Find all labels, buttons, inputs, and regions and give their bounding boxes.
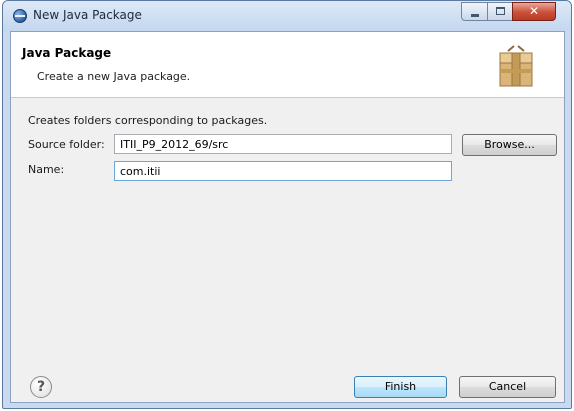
window-title: New Java Package: [33, 8, 142, 22]
browse-button[interactable]: Browse...: [462, 134, 557, 156]
close-icon: ✕: [528, 4, 540, 18]
source-folder-label: Source folder:: [28, 138, 105, 151]
dialog-content: Java Package Create a new Java package. …: [10, 31, 565, 403]
finish-button[interactable]: Finish: [354, 376, 447, 398]
name-input[interactable]: [114, 161, 452, 181]
package-icon: [499, 45, 533, 87]
minimize-icon: [471, 14, 479, 17]
wizard-title: Java Package: [22, 46, 112, 60]
dialog-window: New Java Package ✕ Java Package Create a…: [2, 0, 572, 409]
eclipse-icon: [13, 9, 27, 23]
maximize-button[interactable]: [487, 2, 513, 21]
minimize-button[interactable]: [461, 2, 488, 21]
name-label: Name:: [28, 163, 65, 176]
help-icon[interactable]: ?: [30, 376, 52, 398]
wizard-header: Java Package Create a new Java package.: [11, 32, 564, 98]
title-bar[interactable]: New Java Package ✕: [3, 1, 571, 31]
cancel-button[interactable]: Cancel: [459, 376, 556, 398]
source-folder-input[interactable]: [114, 134, 452, 154]
close-button[interactable]: ✕: [512, 2, 556, 21]
form-description: Creates folders corresponding to package…: [28, 114, 268, 127]
maximize-icon: [496, 7, 505, 15]
wizard-description: Create a new Java package.: [37, 70, 191, 83]
